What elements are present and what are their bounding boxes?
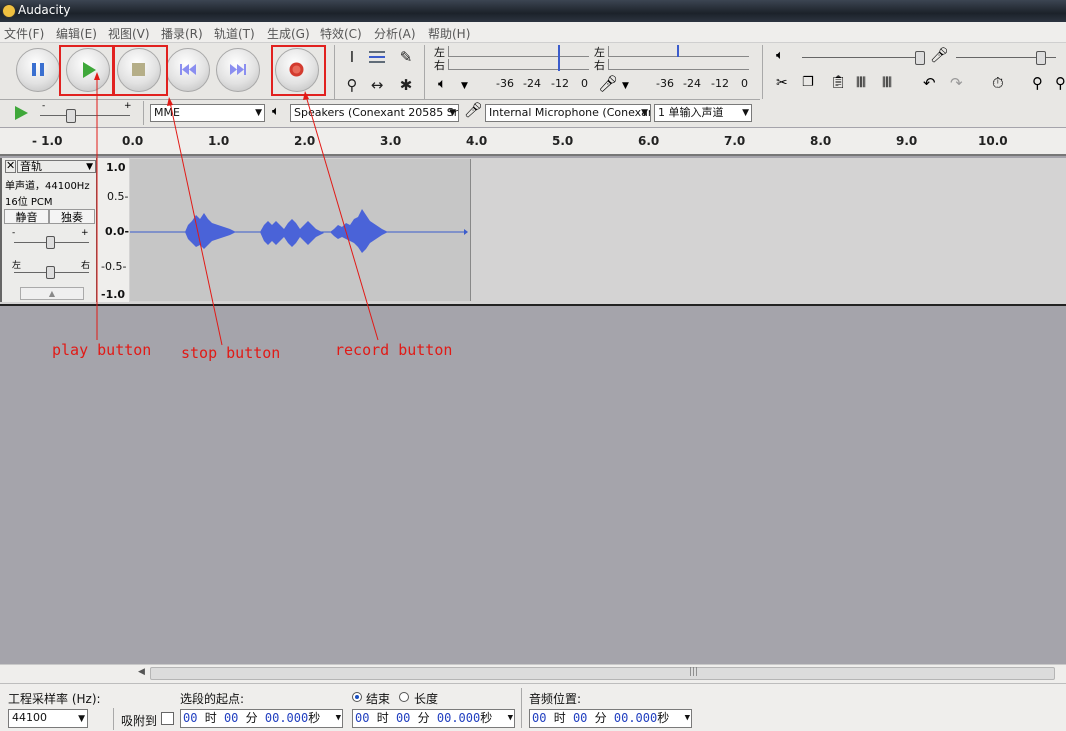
minutes-value: 00 [223, 711, 239, 725]
hours-value: 00 [532, 711, 547, 725]
minutes-value: 00 [395, 711, 411, 725]
selection-toolbar: 工程采样率 (Hz): 44100 ▼ 吸附到 选段的起点: 00 时 00 分 … [0, 683, 1066, 731]
radio-selected-dot [355, 695, 359, 699]
hours-unit: 时 [204, 711, 217, 725]
scroll-left-icon[interactable]: ◀ [138, 667, 145, 677]
chevron-down-icon: ▼ [78, 714, 85, 724]
seconds-value: 00.000 [264, 711, 309, 725]
length-radio[interactable] [399, 692, 409, 702]
project-rate-label: 工程采样率 (Hz): [8, 692, 101, 706]
annotation-arrows [94, 72, 379, 346]
end-radio[interactable] [352, 692, 362, 702]
hours-value: 00 [183, 711, 198, 725]
chevron-down-icon[interactable]: ▼ [508, 710, 513, 727]
hours-unit: 时 [376, 711, 389, 725]
scrollbar-thumb[interactable]: ||| [150, 667, 1055, 680]
chevron-down-icon[interactable]: ▼ [685, 710, 690, 727]
length-radio-label: 长度 [414, 692, 439, 706]
end-radio-label: 结束 [366, 692, 391, 706]
stop-button-annotation: stop button [181, 344, 281, 362]
grip-icon: ||| [689, 667, 699, 677]
audio-position-label: 音频位置: [529, 692, 582, 706]
selection-start-time[interactable]: 00 时 00 分 00.000秒 ▼ [180, 709, 343, 728]
seconds-unit: 秒 [308, 711, 321, 725]
hours-unit: 时 [553, 711, 566, 725]
toolbar-separator [521, 688, 522, 728]
seconds-value: 00.000 [436, 711, 481, 725]
audio-position-time[interactable]: 00 时 00 分 00.000秒 ▼ [529, 709, 692, 728]
minutes-value: 00 [572, 711, 588, 725]
record-button-annotation: record button [335, 341, 453, 359]
chevron-down-icon[interactable]: ▼ [336, 710, 341, 727]
minutes-unit: 分 [245, 711, 258, 725]
seconds-unit: 秒 [657, 711, 670, 725]
minutes-unit: 分 [594, 711, 607, 725]
hours-value: 00 [355, 711, 370, 725]
snap-to-checkbox[interactable] [161, 712, 174, 725]
horizontal-scrollbar[interactable]: ◀ ||| [0, 664, 1066, 683]
selection-start-label: 选段的起点: [180, 692, 245, 706]
selection-end-time[interactable]: 00 时 00 分 00.000秒 ▼ [352, 709, 515, 728]
seconds-unit: 秒 [480, 711, 493, 725]
seconds-value: 00.000 [613, 711, 658, 725]
project-rate-value: 44100 [12, 711, 47, 724]
play-button-annotation: play button [52, 341, 152, 359]
project-rate-select[interactable]: 44100 ▼ [8, 709, 88, 728]
toolbar-separator [113, 708, 114, 730]
minutes-unit: 分 [417, 711, 430, 725]
snap-to-label: 吸附到 [121, 714, 158, 728]
